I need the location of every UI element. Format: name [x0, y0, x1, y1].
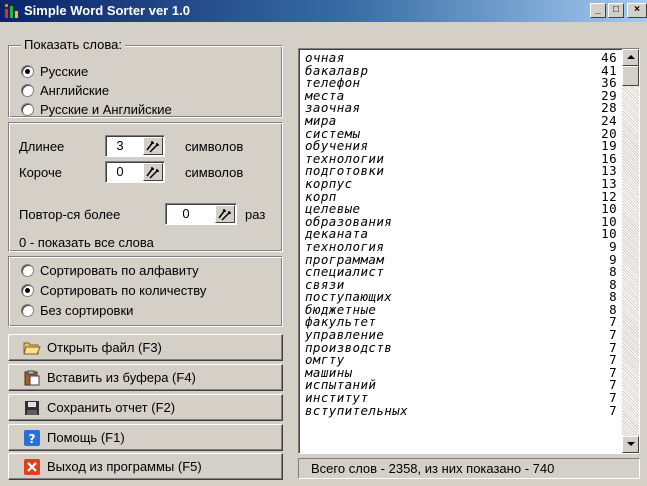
radio-no-sort[interactable]: Без сортировки — [21, 303, 133, 318]
floppy-disk-icon — [23, 400, 41, 416]
word-list[interactable]: очная 46 бакалавр 41 телефон 36 места 29 заочная… — [298, 48, 640, 454]
radio-indicator[interactable] — [21, 84, 34, 97]
save-report-label: Сохранить отчет (F2) — [47, 400, 176, 415]
word-text: вступительных — [305, 402, 409, 418]
scroll-up-button[interactable] — [622, 49, 639, 66]
vertical-scrollbar[interactable] — [622, 49, 639, 453]
radio-indicator[interactable] — [21, 264, 34, 277]
shorter-units: символов — [185, 165, 244, 180]
close-x-icon — [23, 458, 41, 475]
exit-label: Выход из программы (F5) — [47, 459, 202, 474]
list-item[interactable]: телефон 36 — [303, 77, 621, 90]
longer-units: символов — [185, 139, 244, 154]
repeat-value[interactable]: 0 — [166, 206, 206, 221]
radio-english[interactable]: Английские — [21, 83, 109, 98]
svg-text:?: ? — [29, 432, 36, 446]
radio-sort-alphabet[interactable]: Сортировать по алфавиту — [21, 263, 199, 278]
list-item[interactable]: производств 7 — [303, 341, 621, 355]
folder-open-icon — [23, 340, 41, 356]
radio-indicator[interactable] — [21, 65, 34, 78]
paste-clipboard-label: Вставить из буфера (F4) — [47, 370, 196, 385]
open-file-label: Открыть файл (F3) — [47, 340, 162, 355]
radio-label: Сортировать по алфавиту — [40, 263, 199, 278]
status-bar: Всего слов - 2358, из них показано - 740 — [298, 458, 640, 479]
list-item[interactable]: заочная 28 — [303, 102, 621, 115]
shorter-value[interactable]: 0 — [106, 164, 134, 179]
open-file-button[interactable]: Открыть файл (F3) — [8, 334, 283, 361]
radio-indicator[interactable] — [21, 284, 34, 297]
arrow-down-icon — [627, 442, 635, 446]
length-filter-group: Длинее 3 символов Короче 0 символов Повт… — [8, 122, 283, 252]
radio-label: Без сортировки — [40, 303, 134, 318]
show-words-group: Показать слова: Русские Английские Русск… — [8, 37, 283, 118]
title-bar[interactable]: Simple Word Sorter ver 1.0 _ □ × — [0, 0, 647, 22]
repeat-hint: 0 - показать все слова — [19, 235, 154, 250]
minimize-button[interactable]: _ — [590, 3, 606, 18]
repeat-spinner[interactable]: 0 — [165, 203, 237, 225]
longer-value[interactable]: 3 — [106, 138, 134, 153]
radio-sort-count[interactable]: Сортировать по количеству — [21, 283, 206, 298]
spin-arrows-icon[interactable] — [143, 163, 163, 181]
repeat-label: Повтор-ся более — [19, 207, 121, 222]
list-item[interactable]: вступительных 7 — [303, 402, 621, 418]
shorter-label: Короче — [19, 165, 62, 180]
maximize-button[interactable]: □ — [608, 3, 624, 18]
help-label: Помощь (F1) — [47, 430, 125, 445]
paste-clipboard-button[interactable]: Вставить из буфера (F4) — [8, 364, 283, 391]
scroll-thumb[interactable] — [622, 66, 639, 86]
radio-label: Русские и Английские — [40, 102, 172, 117]
clipboard-icon — [23, 370, 41, 386]
scroll-down-button[interactable] — [622, 436, 639, 453]
help-button[interactable]: ? Помощь (F1) — [8, 424, 283, 451]
shorter-spinner[interactable]: 0 — [105, 161, 165, 183]
arrow-up-icon — [627, 55, 635, 59]
radio-russian[interactable]: Русские — [21, 64, 88, 79]
list-item[interactable]: корпус 13 — [303, 177, 621, 191]
window-title: Simple Word Sorter ver 1.0 — [24, 3, 190, 18]
save-report-button[interactable]: Сохранить отчет (F2) — [8, 394, 283, 421]
radio-indicator[interactable] — [21, 304, 34, 317]
chart-bars-icon — [4, 3, 20, 19]
word-count: 7 — [609, 402, 617, 418]
radio-label: Русские — [40, 64, 89, 79]
help-question-icon: ? — [23, 429, 41, 446]
list-item[interactable]: специалист 8 — [303, 265, 621, 279]
longer-label: Длинее — [19, 139, 65, 154]
close-button[interactable]: × — [627, 3, 647, 18]
radio-label: Английские — [40, 83, 110, 98]
word-rows: очная 46 бакалавр 41 телефон 36 места 29 заочная… — [303, 51, 621, 418]
exit-button[interactable]: Выход из программы (F5) — [8, 453, 283, 480]
radio-indicator[interactable] — [21, 103, 34, 116]
show-words-legend: Показать слова: — [21, 37, 125, 52]
longer-spinner[interactable]: 3 — [105, 135, 165, 157]
spin-arrows-icon[interactable] — [143, 137, 163, 155]
radio-label: Сортировать по количеству — [40, 283, 207, 298]
radio-russian-english[interactable]: Русские и Английские — [21, 102, 172, 117]
sort-group: Сортировать по алфавиту Сортировать по к… — [8, 256, 283, 327]
repeat-units: раз — [245, 207, 266, 222]
spin-arrows-icon[interactable] — [215, 205, 235, 223]
app-window: Simple Word Sorter ver 1.0 _ □ × Показат… — [0, 0, 647, 486]
